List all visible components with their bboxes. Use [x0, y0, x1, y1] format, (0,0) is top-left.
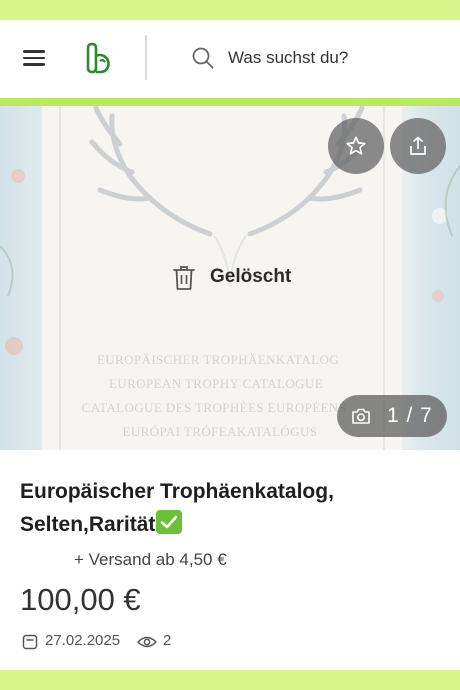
trash-icon: [173, 266, 195, 290]
favorite-button[interactable]: [328, 118, 384, 174]
listing-title: Europäischer Trophäenkatalog, Selten,Rar…: [20, 475, 440, 541]
search-input[interactable]: [228, 46, 428, 70]
search-icon: [192, 47, 214, 69]
star-icon: [346, 136, 366, 155]
header-divider: [145, 35, 147, 80]
listing-date: 27.02.2025: [45, 632, 121, 649]
image-counter[interactable]: 1 / 7: [337, 395, 447, 437]
check-mark-button-icon: [156, 510, 183, 534]
bottom-accent-strip: [0, 670, 460, 690]
listing-meta: 27.02.2025 2: [20, 630, 320, 654]
app-header: [0, 20, 460, 98]
share-button[interactable]: [390, 118, 446, 174]
share-icon: [410, 136, 426, 155]
image-counter-label: 1 / 7: [387, 404, 433, 427]
hamburger-menu-icon: [23, 50, 45, 53]
menu-button[interactable]: [19, 46, 49, 70]
listing-photo[interactable]: EUROPÄISCHER TROPHÄENKATALOG EUROPEAN TR…: [0, 106, 460, 450]
deleted-status: Gelöscht: [172, 264, 322, 294]
view-count: 2: [163, 632, 172, 649]
search-bar[interactable]: [188, 42, 438, 74]
top-accent-strip: [0, 0, 460, 20]
header-accent-bar: [0, 98, 460, 106]
deleted-label: Gelöscht: [210, 266, 292, 287]
eye-icon: [137, 636, 157, 648]
shipping-info: + Versand ab 4,50 €: [74, 550, 227, 569]
camera-icon: [352, 408, 370, 424]
calendar-icon: [22, 634, 38, 650]
brand-logo-icon[interactable]: [84, 42, 114, 74]
listing-price: 100,00 €: [20, 582, 141, 617]
